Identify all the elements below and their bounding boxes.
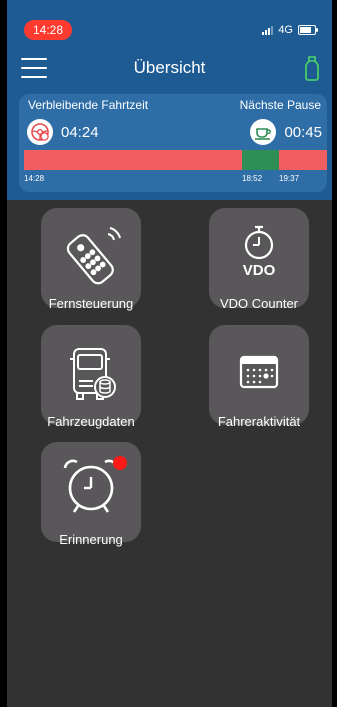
timeline-break-start-time: 18:52 [242,174,263,183]
tile-label-fernsteuerung: Fernsteuerung [48,296,134,311]
vdo-logo-text: VDO [243,262,276,279]
tile-vdo-counter[interactable]: VDO [209,208,309,308]
alarm-clock-icon [63,459,119,513]
remaining-time-label: Verbleibende Fahrtzeit [28,98,149,112]
tile-label-erinnerung: Erinnerung [59,532,123,547]
navigation-bar: Übersicht [7,52,332,88]
next-break-value: 00:45 [284,123,322,141]
network-type: 4G [278,24,293,36]
notification-badge [113,456,127,470]
steering-wheel-clock-icon [27,119,53,145]
tile-label-fahrzeugdaten: Fahrzeugdaten [47,414,135,429]
driving-segment [24,150,242,170]
screen-edge-left [0,0,7,707]
timeline-break-end-time: 19:37 [279,174,300,183]
next-break-label: Nächste Pause [239,98,321,112]
calendar-icon [239,355,279,389]
signal-icon [262,25,274,35]
driving-time-card: Verbleibende Fahrtzeit Nächste Pause 04:… [19,94,327,192]
screen-edge-right [332,0,337,707]
tile-label-fahreraktivitaet: Fahreraktivität [217,414,301,429]
driving-segment-after-break [279,150,327,170]
tile-fahrzeugdaten[interactable] [41,325,141,425]
app-screen: 14:28 4G Übersicht Verbleibende Fahrtzei… [0,0,337,707]
vdo-counter-icon: VDO [243,225,276,279]
status-time: 14:28 [24,20,72,40]
tile-fahreraktivitaet[interactable] [209,325,309,425]
status-indicators: 4G [262,24,318,36]
driving-timeline-bar [24,150,327,170]
coffee-cup-icon [250,119,277,145]
tile-fernsteuerung[interactable] [41,208,141,308]
remaining-time-value-group: 04:24 [27,119,99,145]
tile-erinnerung[interactable] [41,442,141,542]
break-segment [242,150,279,170]
status-bar: 14:28 4G [7,0,332,40]
battery-icon [298,25,318,35]
next-break-value-group: 00:45 [250,119,322,145]
timeline-start-time: 14:28 [24,174,45,183]
header-area: 14:28 4G Übersicht Verbleibende Fahrtzei… [7,0,332,200]
truck-data-icon [70,348,116,400]
remote-control-icon [66,227,121,285]
device-connected-icon[interactable] [304,55,320,81]
page-title: Übersicht [133,58,206,77]
remaining-time-value: 04:24 [61,123,99,141]
tile-label-vdo-counter: VDO Counter [219,296,299,311]
